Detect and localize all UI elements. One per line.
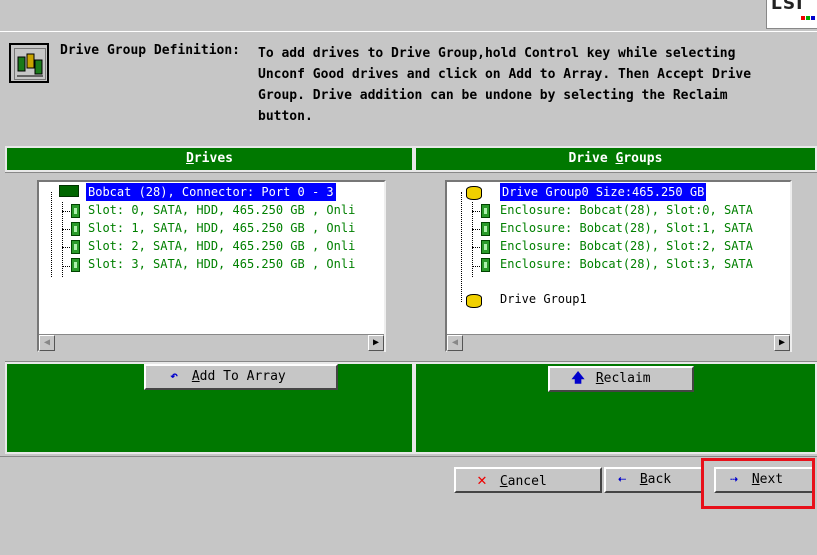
drives-header-label: rives (193, 151, 233, 166)
add-button-hotkey: A (191, 369, 200, 384)
scroll-left-arrow-icon[interactable]: ◀ (447, 335, 463, 351)
drive-icon (71, 222, 80, 236)
drive-icon (71, 204, 80, 218)
drive-icon (481, 258, 490, 272)
scroll-left-arrow-icon[interactable]: ◀ (39, 335, 55, 351)
tree-node-drive-group-0[interactable]: Drive Group0 Size:465.250 GB (500, 183, 707, 201)
reclaim-button[interactable]: 🡅 Reclaim (548, 366, 694, 392)
scroll-right-arrow-icon[interactable]: ▶ (774, 335, 790, 351)
tree-node-drive-slot-2[interactable]: Slot: 2, SATA, HDD, 465.250 GB , Onli (88, 237, 355, 255)
top-bar (0, 0, 817, 30)
left-arrow-icon: ⇠ (618, 472, 626, 487)
add-to-array-button[interactable]: ↶ Add To Array (144, 364, 338, 390)
tree-node-enclosure-slot-0[interactable]: Enclosure: Bobcat(28), Slot:0, SATA (500, 201, 753, 219)
divider (0, 31, 817, 32)
tree-node-drive-group-1[interactable]: Drive Group1 (500, 290, 587, 308)
drive-icon (71, 258, 80, 272)
groups-horizontal-scrollbar[interactable]: ◀ ▶ (447, 334, 790, 353)
drive-icon (481, 222, 490, 236)
groups-header-label: roups (623, 151, 663, 166)
divider (0, 456, 817, 457)
instructions-title: Drive Group Definition: (60, 43, 241, 58)
drives-tree[interactable]: Bobcat (28), Connector: Port 0 - 3 Slot:… (37, 180, 386, 353)
groups-header-prefix: Drive (568, 151, 616, 166)
add-button-label: dd To Array (199, 369, 286, 384)
next-hotkey: N (751, 472, 760, 487)
right-arrow-icon: ⇢ (730, 472, 738, 487)
tree-node-enclosure-slot-1[interactable]: Enclosure: Bobcat(28), Slot:1, SATA (500, 219, 753, 237)
back-label: ack (647, 472, 672, 487)
controller-icon (59, 185, 79, 197)
tree-node-controller[interactable]: Bobcat (28), Connector: Port 0 - 3 (86, 183, 336, 201)
drive-icon (481, 204, 490, 218)
drive-groups-tree[interactable]: Drive Group0 Size:465.250 GB Enclosure: … (445, 180, 792, 353)
up-arrow-icon: 🡅 (571, 371, 585, 386)
next-button[interactable]: ⇢ Next (714, 467, 814, 493)
reclaim-button-label: eclaim (603, 371, 651, 386)
drives-panel-header: Drives (5, 146, 414, 172)
tree-node-drive-slot-3[interactable]: Slot: 3, SATA, HDD, 465.250 GB , Onli (88, 255, 355, 273)
back-button[interactable]: ⇠ Back (604, 467, 704, 493)
cancel-button[interactable]: ✕ Cancel (454, 467, 602, 493)
cancel-hotkey: C (499, 474, 508, 489)
tree-node-drive-slot-1[interactable]: Slot: 1, SATA, HDD, 465.250 GB , Onli (88, 219, 355, 237)
drives-horizontal-scrollbar[interactable]: ◀ ▶ (39, 334, 384, 353)
reclaim-button-hotkey: R (595, 371, 604, 386)
drives-header-hotkey: D (186, 151, 194, 166)
drive-groups-panel-header: Drive Groups (414, 146, 817, 172)
instructions-text: To add drives to Drive Group,hold Contro… (258, 46, 752, 124)
red-x-icon: ✕ (477, 470, 487, 489)
drive-group-icon (466, 294, 482, 308)
tree-node-enclosure-slot-3[interactable]: Enclosure: Bobcat(28), Slot:3, SATA (500, 255, 753, 273)
next-label: ext (759, 472, 784, 487)
undo-arrow-icon: ↶ (170, 369, 178, 384)
drive-icon (481, 240, 490, 254)
back-hotkey: B (639, 472, 648, 487)
drive-group-icon (466, 186, 482, 200)
scroll-right-arrow-icon[interactable]: ▶ (368, 335, 384, 351)
drive-icon (71, 240, 80, 254)
logo-text: LSI (771, 0, 804, 14)
tree-node-enclosure-slot-2[interactable]: Enclosure: Bobcat(28), Slot:2, SATA (500, 237, 753, 255)
tree-node-drive-slot-0[interactable]: Slot: 0, SATA, HDD, 465.250 GB , Onli (88, 201, 355, 219)
drive-group-definition-icon (9, 43, 49, 83)
cancel-label: ancel (507, 474, 547, 489)
lsi-logo: LSI (766, 0, 817, 29)
